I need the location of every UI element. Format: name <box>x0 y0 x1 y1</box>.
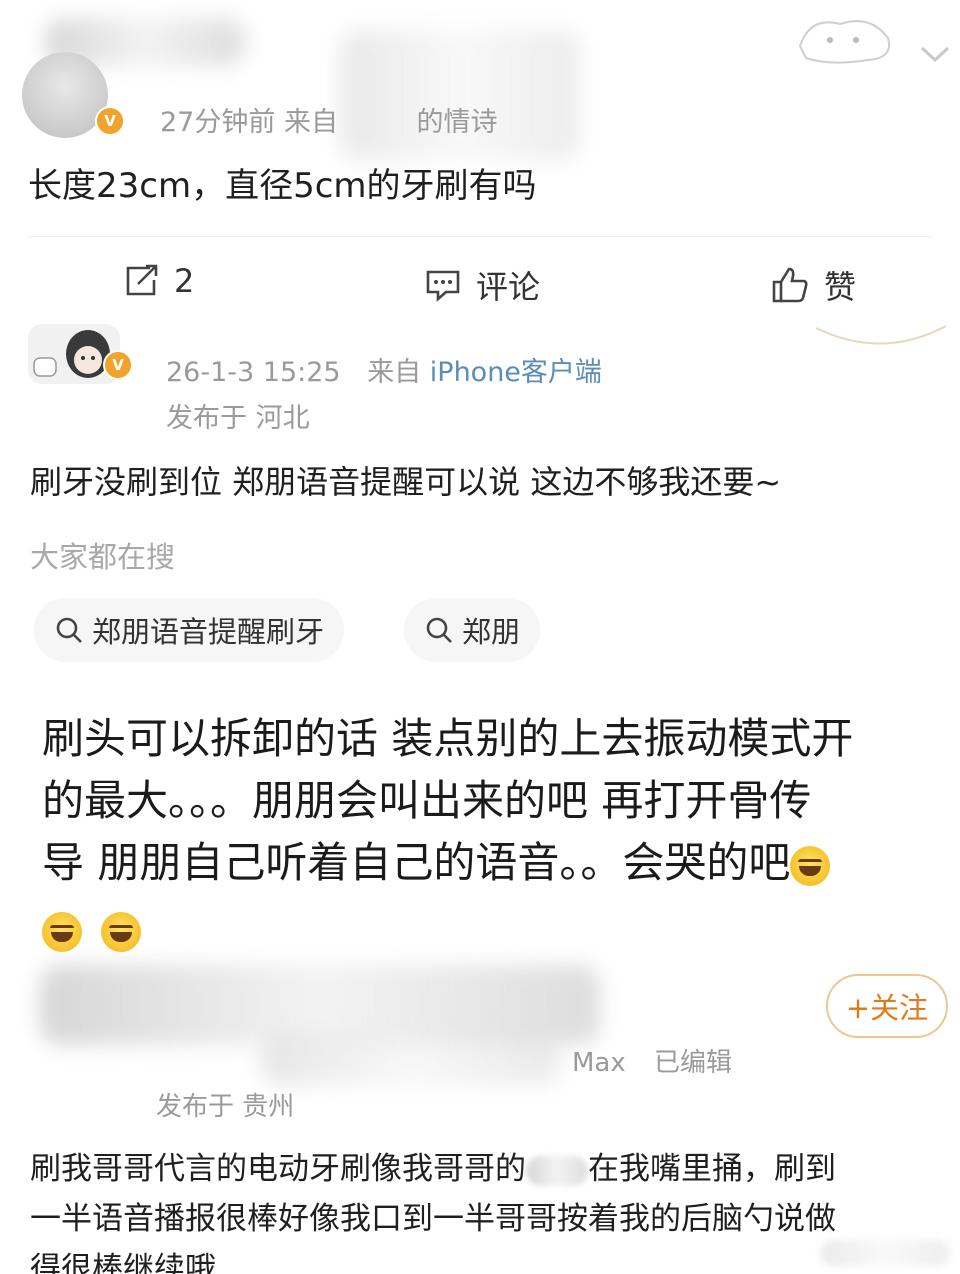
post-time: 27分钟前 来自 <box>160 107 338 138</box>
follow-button[interactable]: +关注 <box>826 974 948 1038</box>
comment-meta: Max 已编辑 <box>572 1042 732 1079</box>
emoji-row <box>42 898 853 960</box>
comment-line-text: 在我嘴里捅，刷到 <box>588 1151 836 1187</box>
like-label: 赞 <box>824 268 857 306</box>
sticker-decoration <box>798 20 890 64</box>
comment-button[interactable]: 评论 <box>424 262 540 308</box>
comment-line: 一半语音播报很棒好像我口到一半哥哥按着我的后脑勺说做 <box>30 1201 836 1237</box>
comment-line: 得很棒继续哦 <box>30 1251 216 1274</box>
comment-date: 26-1-3 15:25 <box>166 357 341 388</box>
username-redacted <box>40 965 600 1045</box>
laugh-emoji-icon <box>790 845 831 886</box>
reply-line: 导 朋朋自己听着自己的语音。。会哭的吧 <box>42 838 791 887</box>
repost-icon <box>126 264 158 296</box>
watermark <box>820 1240 950 1266</box>
post-meta: 27分钟前 来自 的情诗 <box>160 100 498 139</box>
reply-line: 刷头可以拆卸的话 装点别的上去振动模式开 <box>42 714 854 763</box>
sticker-decoration <box>815 325 947 345</box>
comment-label: 评论 <box>476 268 541 306</box>
comment-line-text: 刷我哥哥代言的电动牙刷像我哥哥的 <box>30 1151 526 1187</box>
comment-content: 刷我哥哥代言的电动牙刷像我哥哥的 在我嘴里捅，刷到 一半语音播报很棒好像我口到一半… <box>30 1144 836 1274</box>
chevron-down-icon[interactable] <box>918 42 952 66</box>
search-icon <box>56 617 82 643</box>
reply-line: 的最大。。。朋朋会叫出来的吧 再打开骨传 <box>42 776 812 825</box>
laugh-emoji-icon <box>42 911 82 952</box>
edited-label: 已编辑 <box>654 1048 733 1078</box>
verified-badge-icon: V <box>95 106 125 136</box>
comment-content: 刷牙没刷到位 郑朋语音提醒可以说 这边不够我还要~ <box>30 463 782 501</box>
repost-button[interactable]: 2 <box>122 262 194 300</box>
comment-from: 来自 <box>367 357 422 388</box>
like-icon <box>772 267 808 303</box>
like-button[interactable]: 赞 <box>770 262 856 308</box>
search-heading: 大家都在搜 <box>30 540 176 574</box>
reply-line-with-emoji: 导 朋朋自己听着自己的语音。。会哭的吧 <box>42 832 853 894</box>
redacted-text <box>526 1155 588 1186</box>
search-chip-label: 郑朋语音提醒刷牙 <box>92 615 325 649</box>
comment-location: 发布于 贵州 <box>156 1092 295 1122</box>
comment-meta: 26-1-3 15:25 来自 iPhone客户端 <box>166 350 602 389</box>
comment-line: 刷我哥哥代言的电动牙刷像我哥哥的 在我嘴里捅，刷到 <box>30 1144 836 1194</box>
reply-block: 刷头可以拆卸的话 装点别的上去振动模式开 的最大。。。朋朋会叫出来的吧 再打开骨… <box>42 708 853 960</box>
comment-icon <box>426 270 460 302</box>
search-chip-label: 郑朋 <box>462 615 521 649</box>
divider <box>28 236 932 237</box>
post-source-suffix: 的情诗 <box>416 107 498 138</box>
post-content: 长度23cm，直径5cm的牙刷有吗 <box>28 166 537 206</box>
search-chip[interactable]: 郑朋 <box>404 598 541 662</box>
comment-client[interactable]: iPhone客户端 <box>430 357 602 388</box>
verified-badge-icon: V <box>103 350 133 380</box>
comment-location: 发布于 河北 <box>166 403 310 434</box>
laugh-emoji-icon <box>101 911 142 952</box>
device-suffix: Max <box>572 1048 626 1078</box>
search-icon <box>426 617 452 643</box>
repost-count: 2 <box>174 262 195 300</box>
search-chip[interactable]: 郑朋语音提醒刷牙 <box>34 598 345 662</box>
username-redacted <box>340 30 580 160</box>
username-redacted <box>260 1035 560 1085</box>
